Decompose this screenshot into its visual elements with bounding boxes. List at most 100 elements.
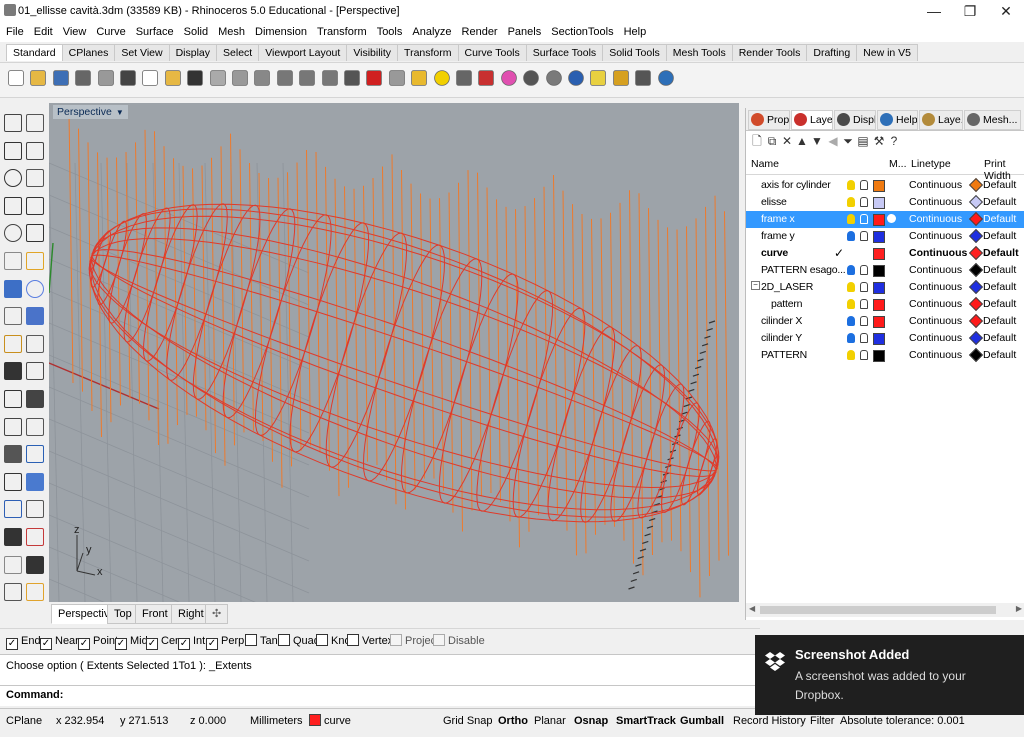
menu-transform[interactable]: Transform (313, 22, 373, 42)
menu-surface[interactable]: Surface (132, 22, 180, 42)
layer-print-width[interactable]: Default (983, 230, 1016, 242)
move-out-icon[interactable]: ◀ (826, 134, 840, 148)
layer-print-width[interactable]: Default (983, 179, 1016, 191)
color-wheel-icon[interactable] (500, 70, 517, 86)
rectangle-icon[interactable] (26, 196, 44, 215)
layer-print-width[interactable]: Default (983, 332, 1016, 344)
osnap-project[interactable]: Project (390, 634, 439, 648)
light-icon[interactable] (433, 70, 450, 86)
osnap-point[interactable]: ✓ Point (78, 634, 118, 650)
layer-color-swatch[interactable] (873, 180, 885, 192)
osnap-near[interactable]: ✓ Near (40, 634, 79, 650)
layer-lock-icon[interactable] (860, 333, 868, 343)
tab-curve-tools[interactable]: Curve Tools (457, 44, 527, 61)
lock-icon[interactable] (456, 70, 472, 86)
menu-analyze[interactable]: Analyze (408, 22, 457, 42)
mesh-plane-icon[interactable] (26, 307, 44, 326)
close-button[interactable]: ✕ (988, 0, 1024, 22)
osnap-checkbox[interactable] (347, 634, 359, 646)
boolean-union-icon[interactable] (4, 334, 22, 353)
smarttrack-toggle[interactable]: SmartTrack (616, 714, 676, 728)
save-icon[interactable] (52, 70, 69, 86)
osnap-checkbox[interactable]: ✓ (40, 638, 52, 650)
paste-icon[interactable] (164, 70, 181, 86)
layer-visible-bulb-icon[interactable] (847, 214, 855, 224)
layer-help-icon[interactable]: ? (887, 134, 901, 148)
box-icon[interactable] (4, 279, 22, 298)
layer-print-color-icon[interactable] (968, 245, 984, 261)
check-icon[interactable] (26, 555, 44, 574)
filter-toggle[interactable]: Filter (810, 714, 834, 728)
menu-help[interactable]: Help (620, 22, 653, 42)
dropbox-notification[interactable]: Screenshot Added A screenshot was added … (755, 635, 1024, 715)
grid-snap-toggle[interactable]: Grid Snap (443, 714, 493, 728)
print-icon[interactable] (75, 70, 91, 86)
copy-icon[interactable] (142, 70, 159, 86)
layer-lock-icon[interactable] (860, 265, 868, 275)
perspective-viewport[interactable]: xyz Perspective ▼ (49, 103, 739, 602)
layer-color-swatch[interactable] (873, 197, 885, 209)
tab-select[interactable]: Select (216, 44, 260, 61)
layer-linetype[interactable]: Continuous (909, 332, 962, 344)
ortho-toggle[interactable]: Ortho (498, 714, 528, 728)
layer-print-width[interactable]: Default (983, 213, 1016, 225)
layer-color-swatch[interactable] (873, 248, 885, 260)
layer-print-color-icon[interactable] (968, 347, 984, 363)
material-icon[interactable] (4, 583, 22, 602)
osnap-checkbox[interactable] (278, 634, 290, 646)
layer-print-color-icon[interactable] (968, 211, 984, 227)
osnap-quad[interactable]: Quad (278, 634, 320, 648)
layer-print-width[interactable]: Default (983, 264, 1016, 276)
freeform-curve-icon[interactable] (26, 224, 44, 243)
layer-row[interactable]: PATTERN esago... Continuous Default (746, 262, 1024, 279)
layer-print-color-icon[interactable] (968, 279, 984, 295)
arc-center-icon[interactable] (26, 169, 44, 188)
surface-corner-icon[interactable] (4, 252, 22, 270)
zoom-selected-icon[interactable] (321, 70, 338, 86)
tab-surface-tools[interactable]: Surface Tools (525, 44, 604, 61)
zoom-extents-icon[interactable] (276, 70, 293, 86)
column-material[interactable]: M... (889, 158, 907, 170)
render-sphere-icon[interactable] (545, 70, 562, 86)
cplane-indicator[interactable]: CPlane (6, 714, 42, 728)
array-icon[interactable] (4, 472, 22, 491)
osnap-checkbox[interactable]: ✓ (115, 638, 127, 650)
tab-standard[interactable]: Standard (6, 44, 63, 61)
layer-lock-icon[interactable] (860, 180, 868, 190)
layer-color-swatch[interactable] (873, 299, 885, 311)
polyline-icon[interactable] (4, 141, 22, 160)
block-icon[interactable] (26, 472, 44, 491)
osnap-checkbox[interactable] (390, 634, 402, 646)
new-layer-icon[interactable]: 🗋 (750, 134, 764, 148)
offset-icon[interactable] (26, 390, 44, 408)
add-viewport-tab-button[interactable]: ✣ (205, 604, 229, 624)
pipe-icon[interactable] (26, 445, 44, 464)
layer-linetype[interactable]: Continuous (909, 298, 962, 310)
menu-tools[interactable]: Tools (373, 22, 409, 42)
layer-lock-icon[interactable] (860, 282, 868, 292)
layer-visible-bulb-icon[interactable] (847, 197, 855, 207)
viewport-tab-front[interactable]: Front (135, 604, 175, 624)
layer-print-width[interactable]: Default (983, 196, 1016, 208)
four-views-icon[interactable] (344, 70, 360, 86)
layer-row[interactable]: axis for cylinder Continuous Default (746, 177, 1024, 194)
scale-icon[interactable] (26, 362, 44, 381)
select-arrow-icon[interactable] (4, 114, 22, 132)
viewport-canvas[interactable]: xyz (49, 103, 739, 602)
move-up-icon[interactable]: ▲ (795, 134, 809, 148)
cylinder-icon[interactable] (4, 307, 22, 326)
layer-row[interactable]: pattern Continuous Default (746, 296, 1024, 313)
layer-color-swatch[interactable] (873, 231, 885, 243)
layer-lock-icon[interactable] (860, 214, 868, 224)
layer-color-swatch[interactable] (873, 333, 885, 345)
trim-icon[interactable] (4, 417, 22, 436)
split-icon[interactable] (26, 417, 44, 436)
curve-from-points-icon[interactable] (26, 141, 44, 160)
osnap-checkbox[interactable]: ✓ (78, 638, 90, 650)
layer-linetype[interactable]: Continuous (909, 196, 962, 208)
layer-row[interactable]: cilinder X Continuous Default (746, 313, 1024, 330)
menu-curve[interactable]: Curve (92, 22, 131, 42)
menu-render[interactable]: Render (458, 22, 504, 42)
ellipse-icon[interactable] (4, 224, 22, 243)
layer-print-color-icon[interactable] (968, 330, 984, 346)
